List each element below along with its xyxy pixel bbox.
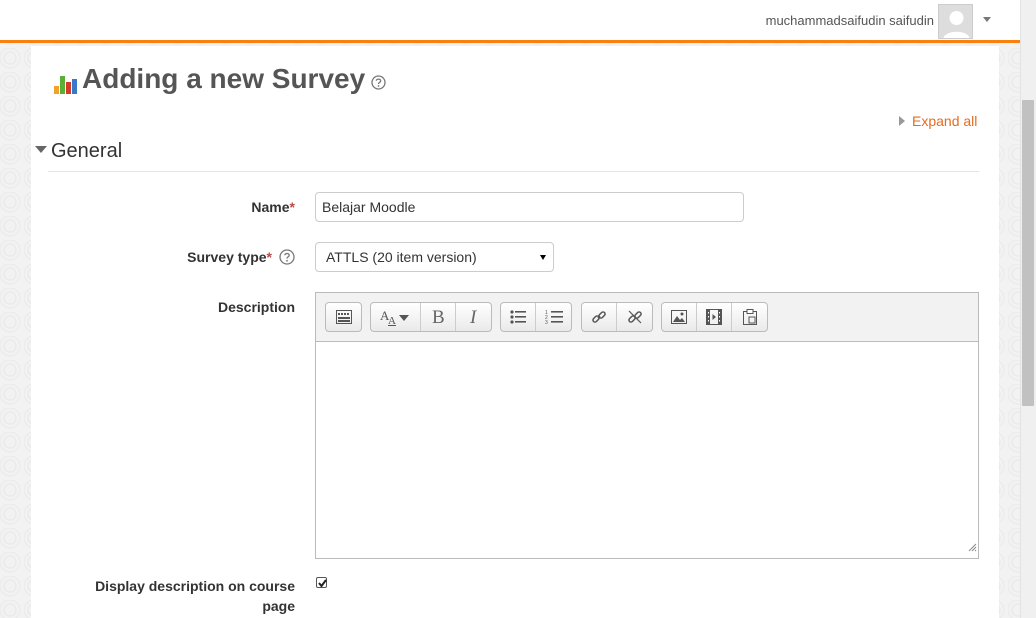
svg-text:3: 3: [545, 320, 548, 325]
toolbar-group-2: A A B I: [370, 302, 492, 332]
unordered-list-icon[interactable]: [501, 303, 536, 331]
ordered-list-icon[interactable]: 1 2 3: [536, 303, 571, 331]
collapse-caret-icon: [35, 146, 47, 153]
name-label: Name*: [200, 199, 295, 215]
italic-icon[interactable]: I: [456, 303, 491, 331]
svg-text:A: A: [388, 315, 396, 326]
display-description-checkbox[interactable]: [316, 577, 327, 588]
toolbar-group-3: 1 2 3: [500, 302, 572, 332]
survey-type-label-text: Survey type: [187, 249, 267, 265]
help-icon[interactable]: [279, 249, 295, 270]
name-label-text: Name: [251, 199, 290, 215]
svg-text:B: B: [432, 308, 445, 326]
description-editor: A A B I 1 2 3: [315, 292, 979, 559]
section-divider: [48, 171, 979, 172]
help-icon[interactable]: [371, 75, 386, 95]
select-arrow-icon: [540, 255, 546, 260]
toolbar-group-4: [581, 302, 653, 332]
toolbar-group-5: [661, 302, 768, 332]
survey-type-label: Survey type*: [150, 249, 272, 265]
required-marker: *: [266, 249, 272, 265]
checkmark-icon: [318, 579, 327, 588]
page-scrollbar-thumb[interactable]: [1022, 100, 1034, 406]
expand-caret-icon: [899, 116, 905, 126]
user-avatar[interactable]: [938, 4, 973, 39]
svg-text:I: I: [469, 308, 478, 326]
image-icon[interactable]: [662, 303, 697, 331]
survey-type-selected: ATTLS (20 item version): [326, 249, 477, 265]
name-input[interactable]: [315, 192, 744, 222]
top-navbar: muchammadsaifudin saifudin: [0, 0, 1020, 43]
media-icon[interactable]: [697, 303, 732, 331]
required-marker: *: [289, 199, 295, 215]
link-icon[interactable]: [582, 303, 617, 331]
user-name[interactable]: muchammadsaifudin saifudin: [766, 13, 934, 28]
unlink-icon[interactable]: [617, 303, 652, 331]
user-menu-caret-icon[interactable]: [983, 17, 991, 22]
toolbar-toggle-icon[interactable]: [326, 303, 361, 331]
manage-files-icon[interactable]: [732, 303, 767, 331]
section-general-header[interactable]: General: [35, 140, 122, 163]
survey-type-select[interactable]: ATTLS (20 item version): [315, 242, 554, 272]
display-description-label-line1: Display description on course: [95, 578, 295, 594]
editor-toolbar: A A B I 1 2 3: [316, 293, 978, 342]
resize-grip-icon[interactable]: [968, 539, 977, 557]
font-size-icon[interactable]: A A: [371, 303, 421, 331]
expand-all-link[interactable]: Expand all: [899, 113, 977, 129]
toolbar-group-1: [325, 302, 362, 332]
section-general-label: General: [51, 140, 123, 162]
survey-chart-icon: [54, 72, 78, 99]
description-label: Description: [217, 299, 295, 315]
display-description-label-line2: page: [262, 598, 295, 614]
bold-icon[interactable]: B: [421, 303, 456, 331]
page-title: Adding a new Survey: [82, 63, 366, 94]
description-textarea[interactable]: [316, 343, 978, 558]
display-description-label: Display description on course page: [60, 576, 295, 616]
expand-all-label: Expand all: [912, 113, 978, 129]
